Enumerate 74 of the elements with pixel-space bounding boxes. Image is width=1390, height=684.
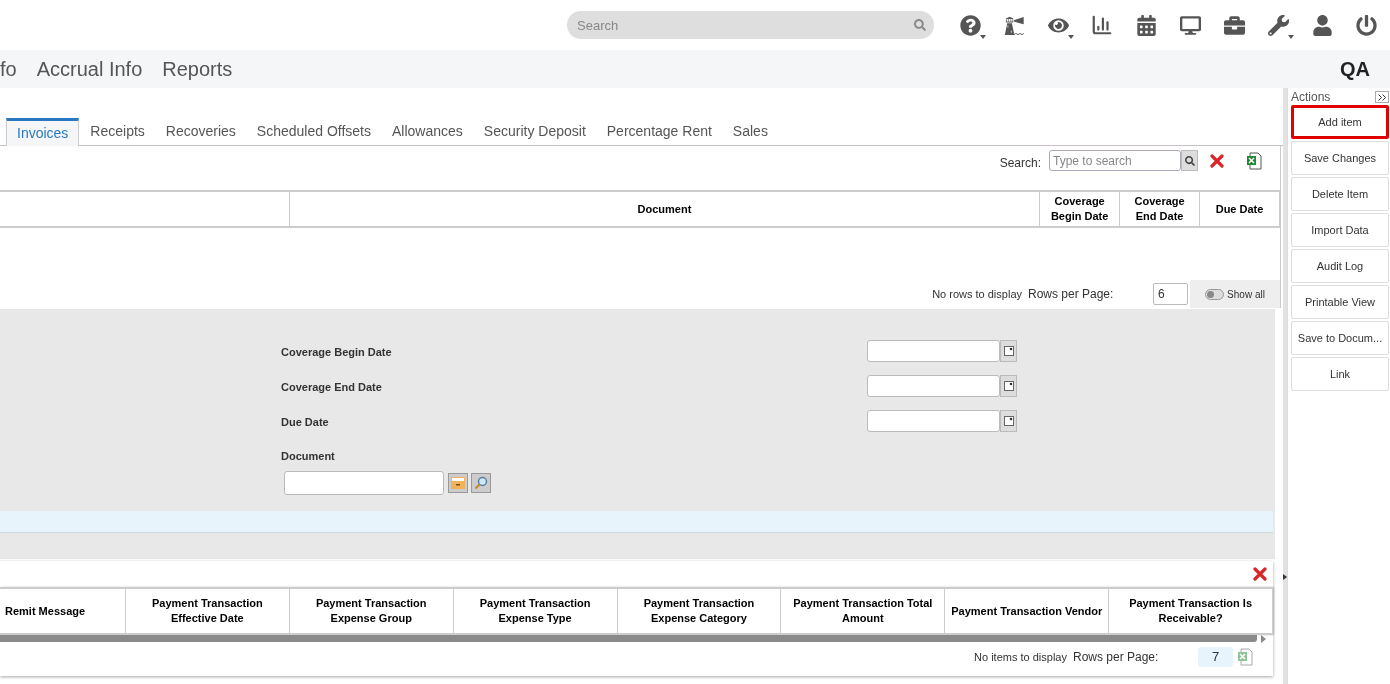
document-field[interactable] [284, 470, 444, 495]
actions-title: Actions [1291, 89, 1331, 106]
bar-chart-icon[interactable] [1090, 13, 1114, 37]
tab[interactable]: Security Deposit [473, 117, 596, 145]
action-button[interactable]: Delete Item [1291, 177, 1389, 211]
rows-per-page-field[interactable]: 7 [1198, 647, 1233, 667]
table-header-cell[interactable]: Coverage End Date [1120, 192, 1201, 226]
field-label: Document [281, 449, 336, 464]
clear-icon[interactable] [1210, 154, 1224, 168]
tab[interactable]: Invoices [6, 118, 80, 146]
search-button[interactable] [1181, 150, 1198, 171]
table-header-cell[interactable]: Document [289, 192, 1041, 226]
calendar-icon[interactable] [1003, 416, 1014, 426]
action-button[interactable]: Save Changes [1291, 141, 1389, 175]
tab[interactable]: Allowances [382, 117, 473, 145]
calendar-icon[interactable] [1134, 13, 1158, 37]
expand-icon[interactable] [1283, 574, 1287, 580]
action-button[interactable]: Add item [1291, 105, 1389, 139]
environment-label: QA [1340, 57, 1370, 82]
field-label: Coverage Begin Date [281, 345, 393, 360]
nav-item[interactable]: fo [0, 54, 17, 84]
rows-per-page-field[interactable]: 6 [1153, 283, 1188, 305]
tab[interactable]: Sales [722, 117, 778, 145]
close-icon[interactable] [1253, 567, 1267, 581]
action-button[interactable]: Link [1291, 357, 1389, 391]
calendar-icon[interactable] [1003, 381, 1014, 391]
tab[interactable]: Recoveries [155, 117, 246, 145]
nav-item[interactable]: Reports [162, 54, 233, 84]
search-label: Search: [999, 155, 1041, 172]
table-header-cell[interactable]: Due Date [1200, 192, 1281, 226]
scroll-right-icon[interactable] [1261, 634, 1266, 643]
no-items-message: No items to display [974, 649, 1067, 665]
collapse-icon[interactable] [1375, 91, 1389, 103]
action-button[interactable]: Save to Docum... [1291, 321, 1389, 355]
rows-per-page-label: Rows per Page: [1073, 649, 1160, 666]
tab[interactable]: Receipts [80, 117, 155, 145]
table-header-cell[interactable]: Payment Transaction Vendor [945, 589, 1110, 633]
calendar-button[interactable] [1000, 375, 1017, 397]
table-header-cell[interactable]: Payment Transaction Is Receivable? [1109, 589, 1274, 633]
nav-item[interactable]: Accrual Info [36, 54, 143, 84]
calendar-button[interactable] [1000, 340, 1017, 362]
field-label: Due Date [281, 415, 330, 430]
horizontal-scrollbar[interactable] [0, 635, 1257, 642]
table-header-cell[interactable]: Payment Transaction Total Amount [781, 589, 946, 633]
show-all-toggle[interactable]: Show all [1190, 280, 1280, 308]
tab[interactable]: Percentage Rent [596, 117, 722, 145]
table-header-cell[interactable]: Payment Transaction Expense Group [289, 589, 454, 633]
action-button[interactable]: Printable View [1291, 285, 1389, 319]
table-header-cell[interactable]: Coverage Begin Date [1040, 192, 1121, 226]
table-header-cell[interactable]: Remit Message [0, 589, 126, 633]
power-icon[interactable] [1354, 13, 1378, 37]
calendar-button[interactable] [1000, 410, 1017, 432]
table-header-cell[interactable]: Payment Transaction Expense Category [617, 589, 782, 633]
tab[interactable]: Scheduled Offsets [246, 117, 381, 145]
monitor-icon[interactable] [1178, 13, 1202, 37]
date-field[interactable] [867, 375, 1000, 397]
search-button[interactable] [471, 472, 491, 493]
no-rows-message: No rows to display [932, 286, 1022, 302]
spreadsheet-icon[interactable] [1246, 152, 1262, 170]
rows-per-page-label: Rows per Page: [1028, 286, 1115, 303]
user-icon[interactable] [1310, 13, 1334, 37]
search-field[interactable]: Search [567, 11, 934, 39]
calendar-icon[interactable] [1003, 346, 1014, 356]
grid-search-field[interactable]: Type to search [1049, 150, 1181, 171]
table-header-cell[interactable]: Payment Transaction Expense Type [453, 589, 618, 633]
field-label: Coverage End Date [281, 380, 383, 395]
action-button[interactable]: Audit Log [1291, 249, 1389, 283]
action-button[interactable]: Import Data [1291, 213, 1389, 247]
date-field[interactable] [867, 340, 1000, 362]
search-icon[interactable] [1184, 155, 1195, 166]
table-header-cell[interactable]: Payment Transaction Effective Date [125, 589, 290, 633]
folder-button[interactable] [448, 472, 468, 493]
date-field[interactable] [867, 410, 1000, 432]
briefcase-icon[interactable] [1222, 13, 1246, 37]
